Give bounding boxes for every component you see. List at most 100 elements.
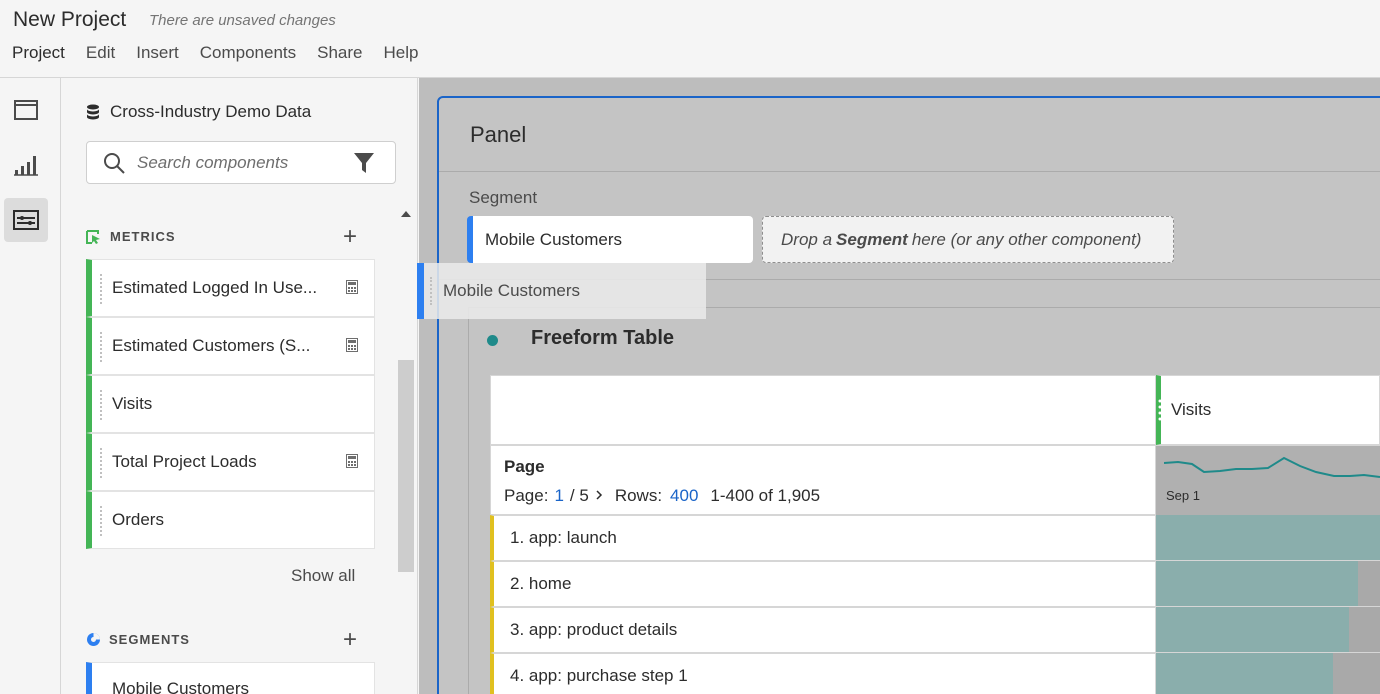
page-number[interactable]: 1 (554, 486, 563, 506)
calculator-icon (346, 338, 358, 352)
row-range: 1-400 of 1,905 (710, 486, 821, 505)
visualizations-icon (14, 156, 38, 176)
segments-title: SEGMENTS (109, 632, 190, 647)
menu-project[interactable]: Project (12, 43, 65, 63)
column-header-visits[interactable]: Visits (1156, 375, 1380, 445)
page-total: / 5 (569, 486, 589, 505)
metric-item[interactable]: Orders (86, 491, 375, 549)
visualization-title[interactable]: Freeform Table (531, 327, 674, 350)
panels-button[interactable] (4, 88, 48, 132)
sparkline-cell: Sep 1 (1156, 445, 1380, 515)
table-cell-visits[interactable] (1156, 607, 1380, 653)
segment-chip-label: Mobile Customers (485, 229, 622, 249)
row-label: 3. app: product details (510, 620, 678, 639)
menu-components[interactable]: Components (200, 43, 296, 63)
left-rail (0, 78, 61, 694)
rows-per-page[interactable]: 400 (670, 486, 698, 506)
drag-handle[interactable] (100, 506, 102, 536)
drag-ghost-label: Mobile Customers (443, 281, 580, 300)
menu-insert[interactable]: Insert (136, 43, 179, 63)
table-row[interactable]: 4. app: purchase step 1 (490, 653, 1156, 694)
metric-item[interactable]: Estimated Customers (S... (86, 317, 375, 375)
segments-header: SEGMENTS (86, 632, 190, 647)
report-suite-name: Cross-Industry Demo Data (110, 102, 312, 121)
table-cell-visits[interactable] (1156, 561, 1380, 607)
add-metric-button[interactable]: + (343, 225, 357, 249)
status-dot-icon (487, 335, 498, 346)
metric-label: Estimated Logged In Use... (112, 278, 318, 297)
scrollbar[interactable] (398, 208, 414, 694)
segment-drop-zone[interactable]: Drop a Segment here (or any other compon… (762, 216, 1174, 263)
next-page-icon[interactable] (595, 486, 603, 506)
drop-zone-prefix: Drop a (781, 229, 833, 249)
sparkline-date-label: Sep 1 (1166, 488, 1200, 503)
dimension-name[interactable]: Page (504, 457, 545, 477)
bar-fill (1156, 515, 1380, 560)
segment-item[interactable]: Mobile Customers (86, 662, 375, 694)
segment-label: Mobile Customers (112, 679, 249, 694)
search-box (86, 141, 396, 184)
search-input[interactable] (137, 142, 347, 183)
table-row[interactable]: 1. app: launch (490, 515, 1156, 561)
sparkline (1164, 456, 1380, 478)
calculator-icon (346, 280, 358, 294)
menu-help[interactable]: Help (384, 43, 419, 63)
segments-icon (87, 633, 100, 646)
metric-label: Total Project Loads (112, 452, 257, 471)
filter-icon[interactable] (353, 152, 375, 174)
components-icon (13, 210, 39, 230)
table-cell-visits[interactable] (1156, 653, 1380, 694)
components-button[interactable] (4, 198, 48, 242)
segment-chip[interactable]: Mobile Customers (467, 216, 753, 263)
add-segment-button[interactable]: + (343, 628, 357, 652)
menu-bar: Project Edit Insert Components Share Hel… (12, 43, 439, 63)
metric-item[interactable]: Estimated Logged In Use... (86, 259, 375, 317)
page-label: Page: (504, 486, 549, 505)
unsaved-status: There are unsaved changes (149, 12, 336, 29)
metric-label: Estimated Customers (S... (112, 336, 311, 355)
calculator-icon (346, 454, 358, 468)
drag-handle (430, 277, 432, 305)
drag-handle[interactable] (100, 274, 102, 304)
pagination: Page: 1 / 5 Rows: 400 1-400 of 1,905 (504, 486, 820, 506)
metrics-title: METRICS (110, 229, 176, 244)
panels-icon (14, 100, 38, 120)
metrics-icon (86, 229, 100, 244)
search-icon (104, 153, 125, 174)
metric-label: Orders (112, 510, 164, 529)
drag-ghost-segment: Mobile Customers (417, 263, 706, 319)
column-header-label: Visits (1171, 400, 1212, 419)
metric-label: Visits (112, 394, 153, 413)
app-header: New Project There are unsaved changes Pr… (0, 0, 1380, 78)
menu-share[interactable]: Share (317, 43, 362, 63)
metric-item[interactable]: Visits (86, 375, 375, 433)
drop-zone-bold: Segment (836, 229, 908, 249)
rows-label: Rows: (614, 486, 663, 505)
table-row[interactable]: 3. app: product details (490, 607, 1156, 653)
panel-divider (439, 171, 1380, 172)
drag-handle[interactable] (100, 390, 102, 420)
report-suite-selector[interactable]: Cross-Industry Demo Data (86, 102, 311, 122)
drag-handle[interactable] (100, 448, 102, 478)
project-title[interactable]: New Project (13, 8, 126, 32)
metric-item[interactable]: Total Project Loads (86, 433, 375, 491)
project-canvas: Panel Segment Mobile Customers Drop a Se… (419, 78, 1380, 694)
drag-handle[interactable] (100, 332, 102, 362)
panel-title[interactable]: Panel (470, 122, 526, 148)
drag-handle-icon[interactable] (1158, 398, 1162, 424)
database-icon (87, 104, 99, 120)
scroll-up-icon[interactable] (401, 210, 411, 217)
components-panel: Cross-Industry Demo Data METRICS + Estim… (61, 78, 418, 694)
bar-fill (1156, 561, 1358, 606)
table-row[interactable]: 2. home (490, 561, 1156, 607)
row-label: 1. app: launch (510, 528, 617, 547)
visualizations-button[interactable] (4, 143, 48, 187)
bar-fill (1156, 653, 1333, 694)
table-cell-visits[interactable] (1156, 515, 1380, 561)
table-header-corner (490, 375, 1156, 445)
scrollbar-thumb[interactable] (398, 360, 414, 572)
menu-edit[interactable]: Edit (86, 43, 115, 63)
row-label: 2. home (510, 574, 572, 593)
bar-fill (1156, 607, 1349, 652)
show-all-metrics-link[interactable]: Show all (291, 566, 355, 586)
